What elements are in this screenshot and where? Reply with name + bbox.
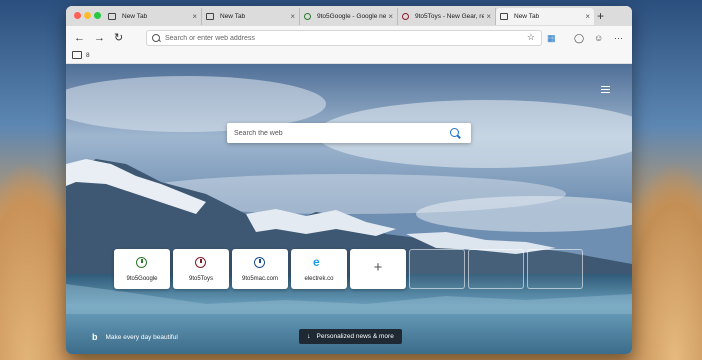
tab-label: New Tab: [220, 13, 246, 20]
tab-close-icon[interactable]: ×: [192, 12, 197, 21]
image-info[interactable]: b Make every day beautiful: [92, 332, 178, 342]
empty-quick-link-slot: [468, 249, 524, 289]
new-tab-page: 9to5Google 9to5Toys 9to5mac.com e electr…: [66, 64, 632, 354]
add-quick-link-button[interactable]: +: [350, 249, 406, 289]
empty-quick-link-slot: [409, 249, 465, 289]
tab-close-icon[interactable]: ×: [290, 12, 295, 21]
folder-icon: [72, 51, 82, 59]
tab-close-icon[interactable]: ×: [585, 12, 590, 21]
address-input[interactable]: [165, 32, 505, 44]
tab-strip: New Tab × New Tab × 9to5Google - Google …: [66, 6, 632, 27]
page-icon: [108, 13, 116, 20]
web-search-box[interactable]: [227, 123, 471, 143]
quick-link-label: 9to5Google: [126, 276, 158, 282]
arrow-down-icon: ↓: [307, 333, 311, 340]
background-landscape-image: [66, 64, 632, 354]
page-settings-menu-icon[interactable]: [601, 86, 610, 95]
tab-new-tab-1[interactable]: New Tab ×: [104, 8, 202, 25]
favorites-folder-label: 8: [86, 51, 90, 59]
close-window-button[interactable]: [74, 12, 81, 19]
empty-quick-link-slot: [527, 249, 583, 289]
quick-link-label: 9to5Toys: [188, 276, 213, 282]
9to5google-icon: [136, 257, 147, 268]
edge-icon: e: [313, 255, 320, 269]
profile-icon[interactable]: ◯: [574, 32, 584, 44]
tagline-text: Make every day beautiful: [105, 333, 178, 341]
toolbar: ← → ↻ ☆ ▦ ◯ ☺ ⋯: [66, 26, 632, 50]
tab-label: New Tab: [122, 13, 148, 20]
search-icon: [152, 34, 160, 42]
quick-link-label: electrek.co: [304, 276, 334, 282]
tab-close-icon[interactable]: ×: [388, 12, 393, 21]
favorites-bar: 8: [66, 50, 632, 64]
tab-9to5google[interactable]: 9to5Google - Google new ×: [300, 8, 398, 25]
quick-link-electrek[interactable]: e electrek.co: [291, 249, 347, 289]
tab-label: New Tab: [514, 13, 540, 20]
maximize-window-button[interactable]: [94, 12, 101, 19]
tab-label: 9to5Toys - New Gear, rev: [415, 13, 485, 20]
browser-window: New Tab × New Tab × 9to5Google - Google …: [66, 6, 632, 354]
quick-link-label: 9to5mac.com: [241, 276, 278, 282]
page-icon: [206, 13, 214, 20]
9to5mac-icon: [254, 257, 265, 268]
quick-link-9to5toys[interactable]: 9to5Toys: [173, 249, 229, 289]
refresh-icon[interactable]: ↻: [114, 31, 123, 45]
9to5google-icon: [304, 13, 311, 20]
forward-arrow-icon[interactable]: →: [94, 31, 105, 45]
tab-close-icon[interactable]: ×: [486, 12, 491, 21]
tab-9to5toys[interactable]: 9to5Toys - New Gear, rev ×: [398, 8, 496, 25]
plus-icon: +: [373, 259, 383, 276]
news-button-label: Personalized news & more: [316, 333, 394, 340]
bing-logo-icon: b: [92, 332, 98, 342]
quick-link-9to5mac[interactable]: 9to5mac.com: [232, 249, 288, 289]
personalized-news-button[interactable]: ↓ Personalized news & more: [299, 329, 402, 344]
page-icon: [500, 13, 508, 20]
favorite-star-icon[interactable]: ☆: [527, 32, 535, 43]
tab-label: 9to5Google - Google new: [317, 13, 387, 20]
more-options-icon[interactable]: ⋯: [614, 32, 623, 44]
quick-link-9to5google[interactable]: 9to5Google: [114, 249, 170, 289]
new-tab-button[interactable]: +: [597, 8, 604, 24]
collections-icon[interactable]: ▦: [547, 32, 556, 44]
back-arrow-icon[interactable]: ←: [74, 31, 85, 45]
address-bar[interactable]: ☆: [146, 30, 542, 46]
search-icon[interactable]: [450, 128, 459, 137]
9to5toys-icon: [402, 13, 409, 20]
favorites-folder[interactable]: 8: [72, 51, 90, 59]
minimize-window-button[interactable]: [84, 12, 91, 19]
tab-new-tab-active[interactable]: New Tab ×: [496, 8, 594, 25]
feedback-smiley-icon[interactable]: ☺: [594, 32, 603, 44]
tab-new-tab-2[interactable]: New Tab ×: [202, 8, 300, 25]
web-search-input[interactable]: [234, 127, 434, 139]
9to5toys-icon: [195, 257, 206, 268]
